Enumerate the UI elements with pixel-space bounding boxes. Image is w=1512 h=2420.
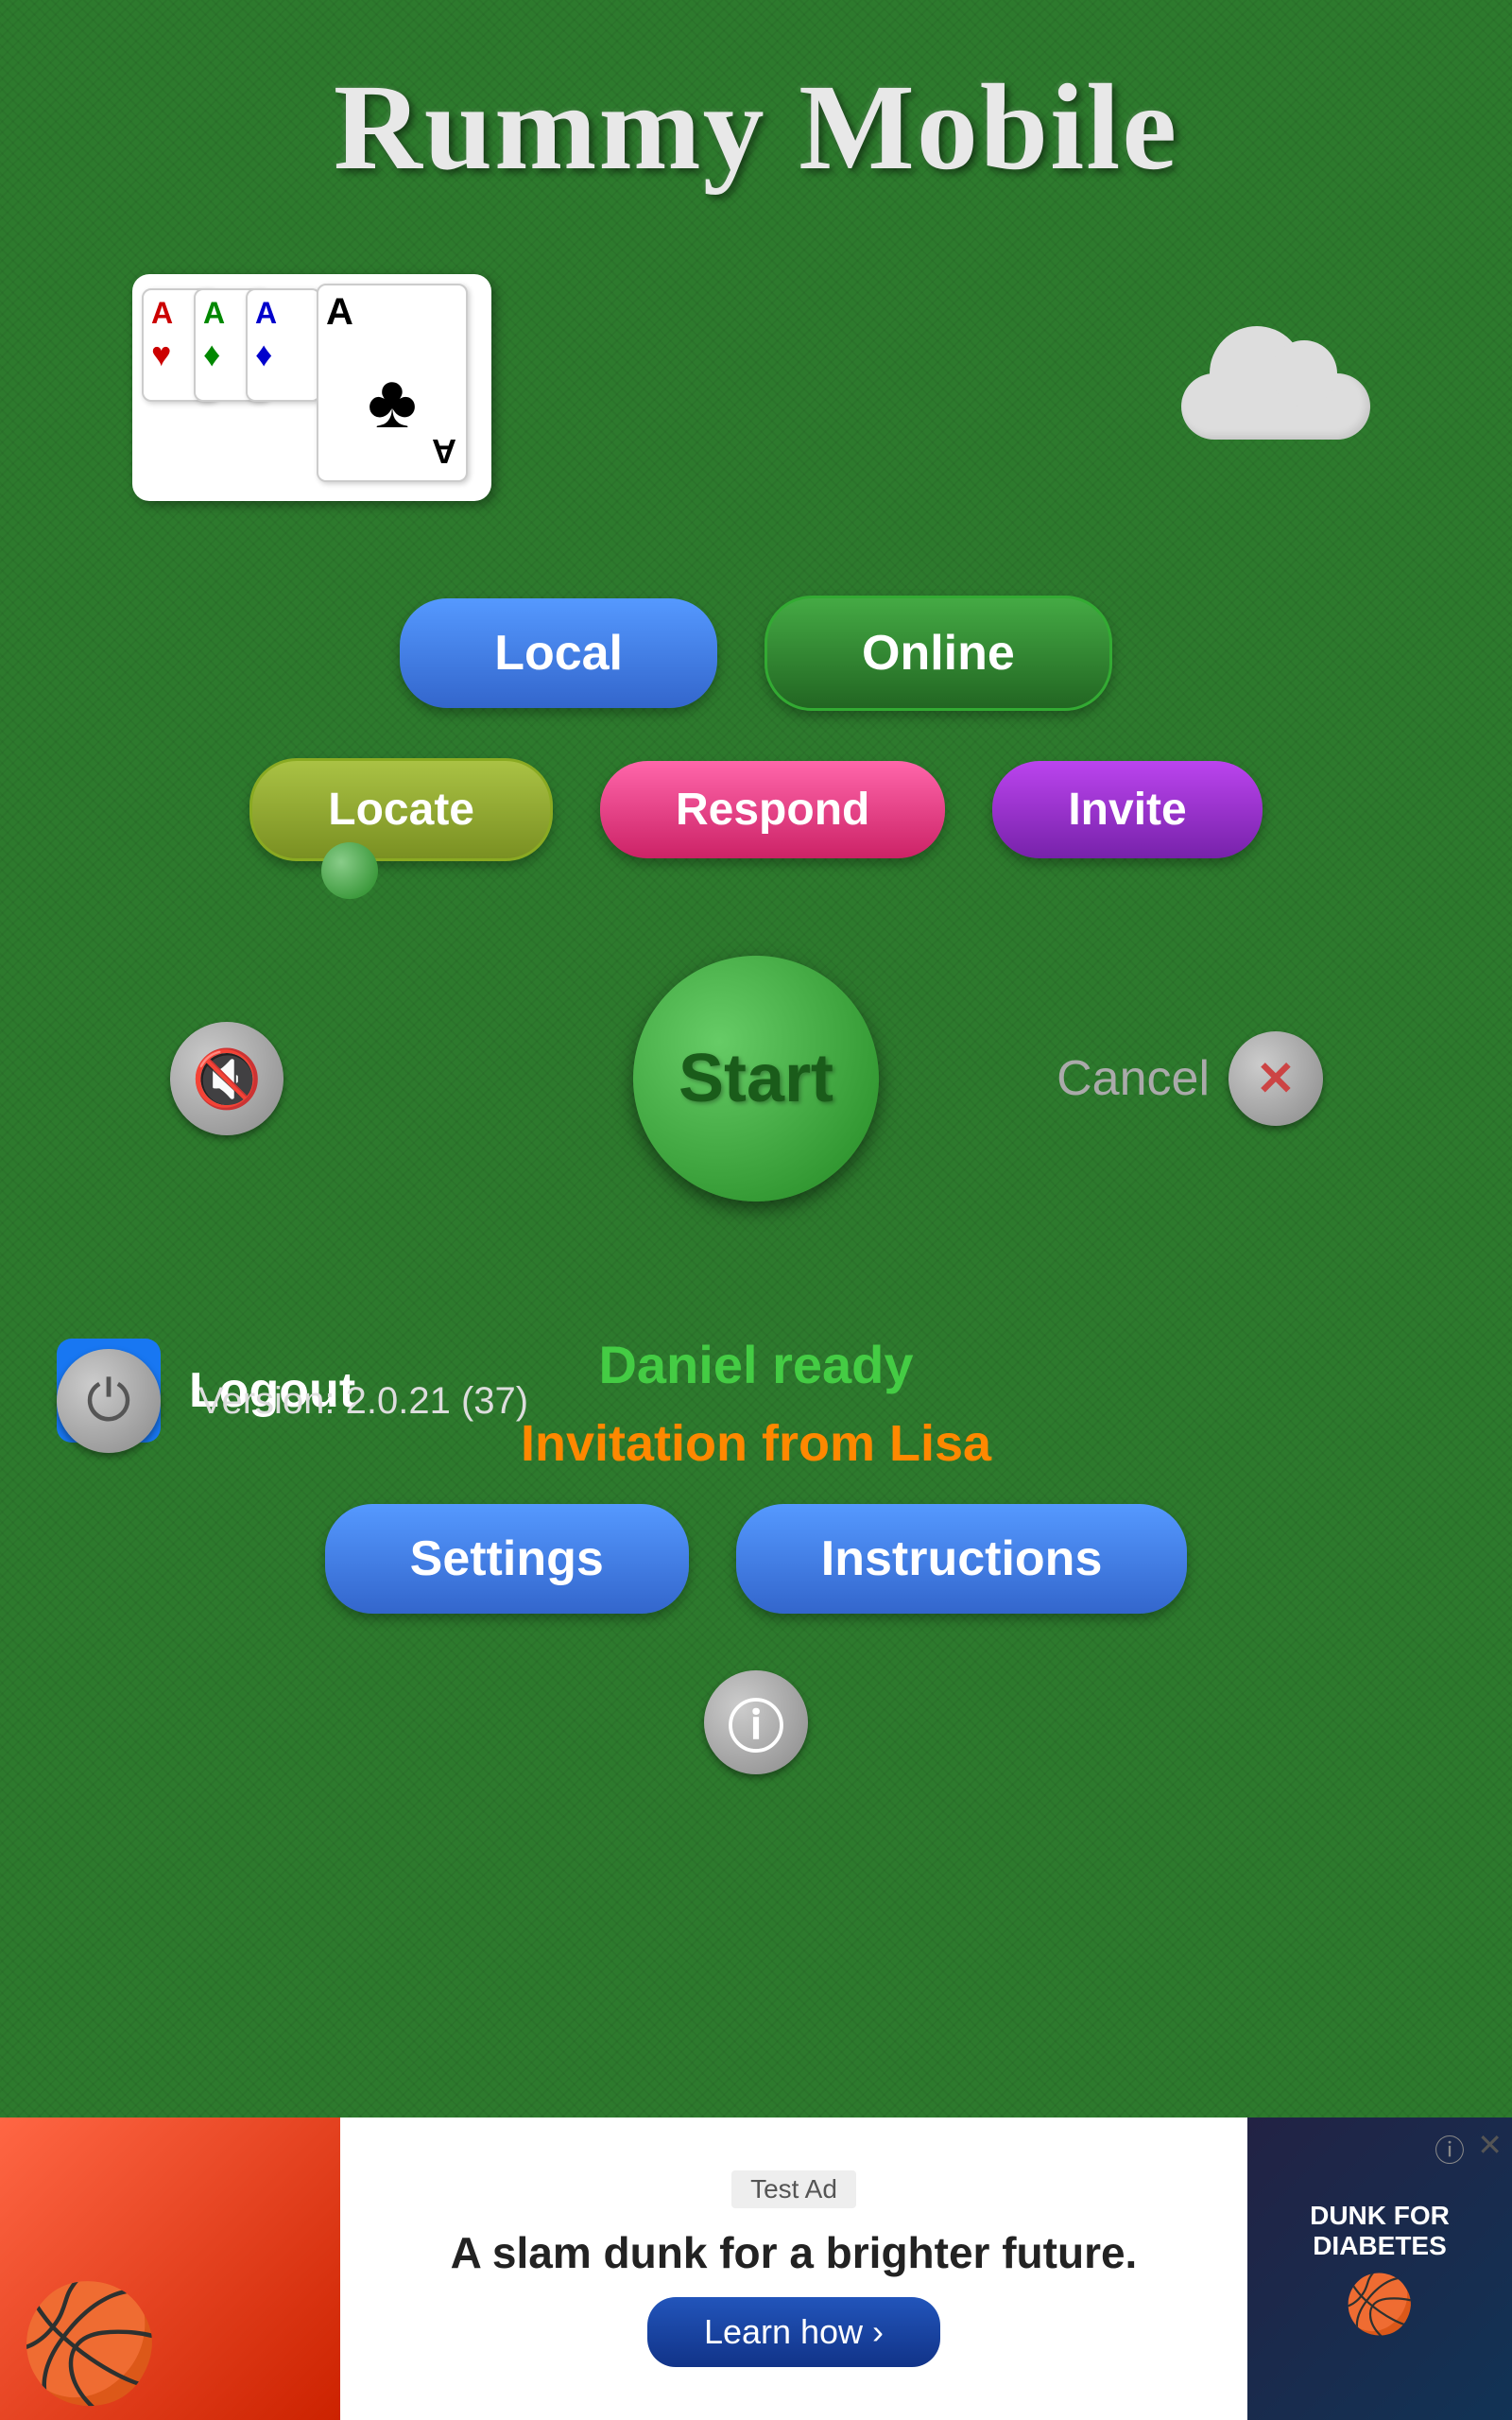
ad-image-right: DUNK FOR DIABETES 🏀 xyxy=(1247,2118,1512,2420)
network-buttons-row: Locate Respond Invite xyxy=(249,758,1262,861)
invitation-status: Invitation from Lisa xyxy=(521,1414,991,1473)
instructions-button[interactable]: Instructions xyxy=(736,1504,1188,1614)
cancel-icon: ✕ xyxy=(1256,1051,1296,1106)
status-center: Daniel ready Invitation from Lisa xyxy=(521,1334,991,1473)
version-label: Version: 2.0.21 (37) xyxy=(198,1380,528,1423)
power-button[interactable]: ⏻ xyxy=(57,1349,161,1453)
ad-content: Test Ad A slam dunk for a brighter futur… xyxy=(340,2118,1247,2420)
local-button[interactable]: Local xyxy=(400,598,717,708)
info-button[interactable]: ⓘ xyxy=(704,1670,808,1774)
player-ready-status: Daniel ready xyxy=(598,1334,913,1395)
cancel-label: Cancel xyxy=(1057,1050,1210,1107)
ad-close-button[interactable]: ✕ xyxy=(1477,2127,1503,2163)
locate-button[interactable]: Locate xyxy=(249,758,553,861)
ad-learn-button[interactable]: Learn how › xyxy=(647,2297,940,2367)
ad-test-label: Test Ad xyxy=(731,2170,856,2208)
settings-button[interactable]: Settings xyxy=(325,1504,689,1614)
mode-buttons-row: Local Online xyxy=(400,596,1112,711)
ad-banner: Test Ad A slam dunk for a brighter futur… xyxy=(0,2118,1512,2420)
mute-button[interactable]: 🔇 xyxy=(170,1022,284,1135)
ad-image-left xyxy=(0,2118,340,2420)
power-section: ⏻ Version: 2.0.21 (37) xyxy=(57,1349,528,1453)
respond-button[interactable]: Respond xyxy=(600,761,945,858)
ad-info-button[interactable]: ⓘ xyxy=(1435,2127,1465,2170)
invite-button[interactable]: Invite xyxy=(992,761,1262,858)
power-icon: ⏻ xyxy=(86,1368,130,1434)
app-title: Rummy Mobile xyxy=(0,0,1512,199)
cancel-button[interactable]: ✕ xyxy=(1228,1031,1323,1126)
cards-display: A ♥ A ♦ A ♦ A ♣ A xyxy=(132,274,491,501)
green-dot-small xyxy=(321,842,378,899)
info-icon: ⓘ xyxy=(728,1682,784,1764)
bottom-action-buttons: Settings Instructions xyxy=(0,1504,1512,1614)
online-button[interactable]: Online xyxy=(765,596,1112,711)
cancel-group: Cancel ✕ xyxy=(1057,1031,1323,1126)
ad-badge: DUNK FOR DIABETES xyxy=(1247,2201,1512,2261)
ad-tagline: A slam dunk for a brighter future. xyxy=(451,2227,1138,2278)
mute-icon: 🔇 xyxy=(192,1046,263,1113)
start-button[interactable]: Start xyxy=(633,956,879,1201)
cloud-decoration xyxy=(1172,336,1380,440)
